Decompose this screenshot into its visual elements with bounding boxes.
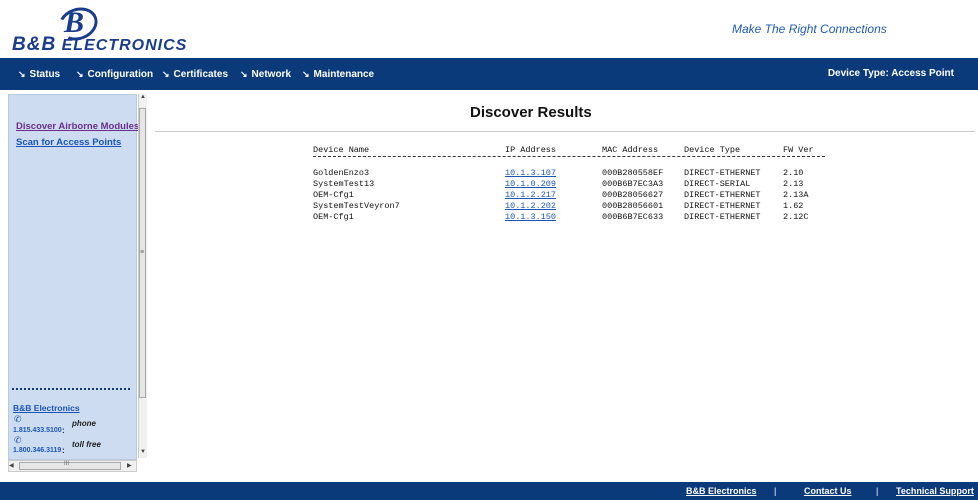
nav-arrow-icon: ↘ — [240, 69, 248, 79]
device-type-cell: DIRECT-ETHERNET — [684, 190, 761, 200]
sidebar: Discover Airborne Modules Scan for Acces… — [8, 94, 147, 460]
sidebar-vertical-scrollbar[interactable]: ▲ ≡ ▼ — [138, 94, 147, 458]
column-header-device-type: Device Type — [684, 145, 741, 155]
sidebar-link-discover-airborne-modules[interactable]: Discover Airborne Modules — [16, 121, 139, 132]
nav-arrow-icon: ↘ — [162, 69, 170, 79]
nav-arrow-icon: ↘ — [302, 69, 310, 79]
column-header-fw-ver: FW Ver — [783, 145, 814, 155]
toll-free-colon: : — [62, 446, 65, 455]
column-header-mac-address: MAC Address — [602, 145, 659, 155]
fw-ver-cell: 1.62 — [783, 201, 804, 211]
nav-label: Configuration — [87, 69, 154, 80]
scroll-up-icon[interactable]: ▲ — [140, 94, 146, 100]
device-name-cell: OEM-Cfg1 — [313, 212, 354, 222]
column-header-device-name: Device Name — [313, 145, 370, 155]
sidebar-divider — [12, 388, 130, 390]
device-type-label: Device Type: Access Point — [827, 68, 954, 79]
tagline: Make The Right Connections — [732, 22, 887, 36]
page-title: Discover Results — [470, 104, 592, 121]
scroll-grip-icon: ≡ — [140, 249, 145, 256]
phone-icon: ✆ — [14, 414, 22, 424]
fw-ver-cell: 2.13 — [783, 179, 804, 189]
nav-network[interactable]: ↘ Network — [240, 58, 291, 90]
bb-electronics-logo[interactable]: B B&B Electronics — [12, 2, 192, 55]
ip-address-link[interactable]: 10.1.2.217 — [505, 190, 556, 200]
device-type-cell: DIRECT-ETHERNET — [684, 168, 761, 178]
device-name-cell: OEM-Cfg1 — [313, 190, 354, 200]
device-name-cell: SystemTest13 — [313, 179, 375, 189]
mac-address-cell: 000B280558EF — [602, 168, 664, 178]
scrollbar-thumb[interactable]: ≡ — [139, 108, 146, 398]
nav-status[interactable]: ↘ Status — [18, 58, 60, 90]
device-name-cell: GoldenEnzo3 — [313, 168, 370, 178]
nav-arrow-icon: ↘ — [18, 69, 26, 79]
fw-ver-cell: 2.12C — [783, 212, 809, 222]
ip-address-link[interactable]: 10.1.0.209 — [505, 179, 556, 189]
mac-address-cell: 000B6B7EC3A3 — [602, 179, 664, 189]
nav-label: Maintenance — [313, 69, 375, 80]
nav-label: Status — [29, 69, 61, 80]
mac-address-cell: 000B28056627 — [602, 190, 664, 200]
nav-configuration[interactable]: ↘ Configuration — [76, 58, 153, 90]
footer-link-technical-support[interactable]: Technical Support — [896, 482, 974, 500]
top-navigation: ↘ Status ↘ Configuration ↘ Certificates ↘ Ne… — [0, 58, 978, 90]
footer-separator: | — [876, 486, 879, 496]
logo-wordmark: B&B Electronics — [12, 34, 187, 56]
nav-maintenance[interactable]: ↘ Maintenance — [302, 58, 374, 90]
mac-address-cell: 000B6B7EC633 — [602, 212, 664, 222]
footer-link-bb-electronics[interactable]: B&B Electronics — [686, 482, 757, 500]
logo-rest: Electronics — [61, 37, 188, 54]
sidebar-horizontal-scrollbar[interactable]: ◀ III ▶ — [8, 460, 137, 472]
footer-separator: | — [774, 486, 777, 496]
phone-label: phone — [72, 419, 96, 428]
nav-certificates[interactable]: ↘ Certificates — [162, 58, 228, 90]
footer-link-contact-us[interactable]: Contact Us — [804, 482, 852, 500]
toll-free-label: toll free — [72, 440, 101, 449]
sidebar-panel: Discover Airborne Modules Scan for Acces… — [8, 94, 139, 460]
nav-label: Network — [251, 69, 291, 80]
column-header-ip-address: IP Address — [505, 145, 557, 155]
hscrollbar-thumb[interactable]: III — [19, 461, 121, 470]
fw-ver-cell: 2.10 — [783, 168, 804, 178]
phone-number: 1.815.433.5100 — [13, 427, 62, 434]
scroll-right-icon[interactable]: ▶ — [127, 462, 132, 469]
hscroll-grip-icon: III — [64, 461, 70, 467]
sidebar-link-scan-access-points[interactable]: Scan for Access Points — [16, 137, 121, 148]
device-type-cell: DIRECT-ETHERNET — [684, 212, 761, 222]
toll-free-icon: ✆ — [14, 435, 22, 445]
ip-address-link[interactable]: 10.1.2.202 — [505, 201, 556, 211]
phone-colon: : — [62, 426, 65, 435]
footer: B&B Electronics | Contact Us | Technical… — [0, 482, 978, 500]
header-dashed-rule — [313, 156, 825, 157]
scroll-down-icon[interactable]: ▼ — [140, 449, 146, 455]
ip-address-link[interactable]: 10.1.3.150 — [505, 212, 556, 222]
sidebar-company-link[interactable]: B&B Electronics — [13, 403, 80, 413]
device-type-cell: DIRECT-SERIAL — [684, 179, 751, 189]
title-divider — [155, 131, 975, 132]
header: B B&B Electronics Make The Right Connect… — [0, 0, 978, 58]
nav-label: Certificates — [173, 69, 229, 80]
logo-main: B&B — [12, 34, 57, 55]
device-name-cell: SystemTestVeyron7 — [313, 201, 400, 211]
scroll-left-icon[interactable]: ◀ — [9, 462, 14, 469]
nav-arrow-icon: ↘ — [76, 69, 84, 79]
ip-address-link[interactable]: 10.1.3.107 — [505, 168, 556, 178]
fw-ver-cell: 2.13A — [783, 190, 809, 200]
device-type-cell: DIRECT-ETHERNET — [684, 201, 761, 211]
toll-free-number: 1.800.346.3119 — [13, 447, 62, 454]
mac-address-cell: 000B28056601 — [602, 201, 664, 211]
